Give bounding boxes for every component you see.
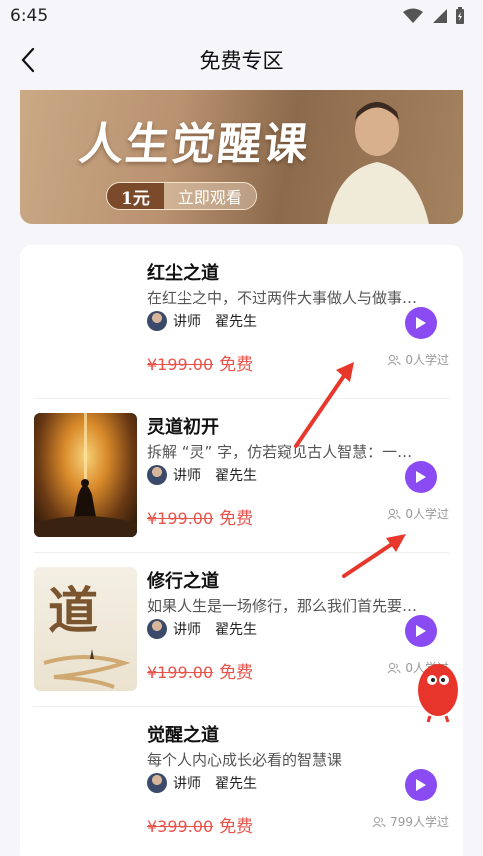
banner-price: 1元	[107, 183, 164, 209]
teacher-role: 讲师	[173, 622, 201, 638]
banner-cta: 立即观看	[163, 183, 256, 209]
page-title: 免费专区	[199, 49, 284, 73]
banner-watch-button[interactable]: 1元 立即观看	[106, 182, 257, 210]
meditating-figure-image	[34, 413, 137, 537]
course-item[interactable]: 觉醒之道 每个人内心成长必看的智慧课 讲师 翟先生 ¥399.00 免费 799…	[34, 707, 449, 856]
original-price: ¥199.00	[147, 355, 214, 374]
course-price: ¥199.00 免费	[147, 350, 253, 375]
course-price: ¥399.00 免费	[147, 812, 253, 837]
teacher-name: 翟先生	[215, 314, 257, 330]
teacher-role: 讲师	[173, 314, 201, 330]
course-cover	[34, 413, 137, 537]
learner-count: 0人学过	[387, 351, 449, 368]
red-envelope-button[interactable]: 领红包	[407, 660, 464, 724]
original-price: ¥199.00	[147, 663, 214, 682]
course-teacher: 讲师 翟先生	[147, 619, 257, 639]
users-icon	[387, 508, 401, 519]
wifi-icon	[403, 8, 423, 23]
avatar	[147, 465, 167, 485]
course-teacher: 讲师 翟先生	[147, 311, 257, 331]
banner-title: 人生觉醒课	[76, 119, 313, 170]
free-label: 免费	[219, 663, 254, 683]
cover-calligraphy: 道	[48, 581, 98, 640]
course-desc: 拆解 “灵” 字，仿若窥见古人智慧：一…	[147, 443, 413, 461]
course-cover: 道	[34, 567, 137, 691]
course-teacher: 讲师 翟先生	[147, 773, 257, 793]
play-button[interactable]	[405, 307, 437, 339]
users-icon	[387, 354, 401, 365]
status-time: 6:45	[10, 6, 49, 26]
original-price: ¥199.00	[147, 509, 214, 528]
play-button[interactable]	[405, 769, 437, 801]
play-icon	[416, 625, 426, 637]
course-teacher: 讲师 翟先生	[147, 465, 257, 485]
course-title: 修行之道	[147, 571, 219, 592]
course-title: 觉醒之道	[147, 725, 219, 746]
play-icon	[416, 317, 426, 329]
course-desc: 如果人生是一场修行，那么我们首先要…	[147, 597, 418, 615]
learner-text: 0人学过	[405, 507, 449, 521]
status-bar: 6:45	[0, 0, 483, 32]
learner-count: 799人学过	[372, 813, 449, 830]
teacher-role: 讲师	[173, 468, 201, 484]
course-price: ¥199.00 免费	[147, 658, 253, 683]
teacher-name: 翟先生	[215, 468, 257, 484]
course-desc: 在红尘之中，不过两件大事做人与做事…	[147, 289, 418, 307]
back-button[interactable]	[14, 46, 42, 74]
status-icons	[403, 7, 465, 25]
learner-text: 0人学过	[405, 353, 449, 367]
promo-banner[interactable]: 人生觉醒课 1元 立即观看	[20, 90, 463, 224]
course-price: ¥199.00 免费	[147, 504, 253, 529]
avatar	[147, 619, 167, 639]
free-label: 免费	[219, 817, 254, 837]
banner-lecturer-image	[327, 102, 429, 224]
course-item[interactable]: 灵道初开 拆解 “灵” 字，仿若窥见古人智慧：一… 讲师 翟先生 ¥199.00…	[34, 399, 449, 553]
course-title: 灵道初开	[147, 417, 219, 438]
avatar	[147, 311, 167, 331]
learner-count: 0人学过	[387, 505, 449, 522]
play-icon	[416, 471, 426, 483]
battery-icon	[456, 7, 464, 24]
play-button[interactable]	[405, 615, 437, 647]
course-item[interactable]: 道 修行之道 如果人生是一场修行，那么我们首先要… 讲师 翟先生 ¥199.00…	[34, 553, 449, 707]
teacher-name: 翟先生	[215, 622, 257, 638]
users-icon	[372, 816, 386, 827]
course-list: 红尘之道 在红尘之中，不过两件大事做人与做事… 讲师 翟先生 ¥199.00 免…	[20, 245, 463, 856]
original-price: ¥399.00	[147, 817, 214, 836]
course-title: 红尘之道	[147, 263, 219, 284]
teacher-name: 翟先生	[215, 776, 257, 792]
learner-text: 799人学过	[390, 815, 449, 829]
avatar	[147, 773, 167, 793]
free-label: 免费	[219, 509, 254, 529]
course-item[interactable]: 红尘之道 在红尘之中，不过两件大事做人与做事… 讲师 翟先生 ¥199.00 免…	[34, 245, 449, 399]
play-icon	[416, 779, 426, 791]
signal-icon	[433, 9, 447, 23]
nav-bar: 免费专区	[0, 36, 483, 84]
chevron-left-icon	[21, 47, 35, 73]
free-label: 免费	[219, 355, 254, 375]
play-button[interactable]	[405, 461, 437, 493]
teacher-role: 讲师	[173, 776, 201, 792]
course-desc: 每个人内心成长必看的智慧课	[147, 751, 343, 769]
users-icon	[387, 662, 401, 673]
